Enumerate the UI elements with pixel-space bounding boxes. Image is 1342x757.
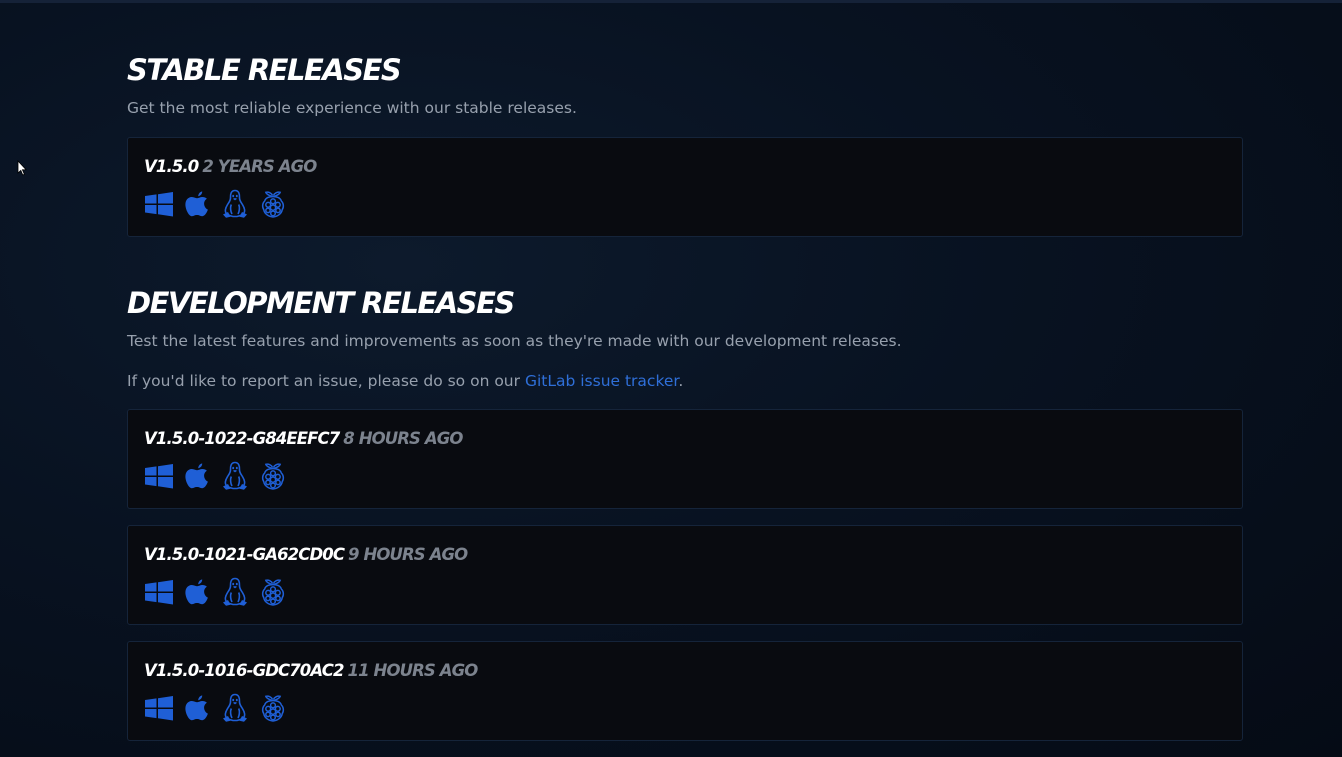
- linux-icon[interactable]: [220, 692, 250, 724]
- platform-downloads: [144, 576, 1226, 608]
- stable-releases-description: Get the most reliable experience with ou…: [127, 99, 577, 117]
- windows-icon[interactable]: [144, 188, 174, 220]
- linux-icon[interactable]: [220, 576, 250, 608]
- release-header: V1.5.0-1022-G84EEFC7 8 HOURS AGO: [144, 426, 1226, 452]
- release-version: V1.5.0-1016-GDC70AC2: [144, 661, 344, 680]
- release-version: V1.5.0-1021-GA62CD0C: [144, 545, 345, 564]
- raspberry-pi-icon[interactable]: [258, 188, 288, 220]
- release-version: V1.5.0-1022-G84EEFC7: [144, 429, 340, 448]
- windows-icon[interactable]: [144, 576, 174, 608]
- platform-downloads: [144, 188, 1226, 220]
- issue-report-text: If you'd like to report an issue, please…: [127, 371, 1243, 391]
- release-card-stable-0: V1.5.0 2 YEARS AGO: [127, 137, 1243, 237]
- release-header: V1.5.0-1021-GA62CD0C 9 HOURS AGO: [144, 542, 1226, 568]
- development-releases-description: Test the latest features and improvement…: [127, 332, 902, 350]
- raspberry-pi-icon[interactable]: [258, 460, 288, 492]
- gitlab-issue-tracker-link[interactable]: GitLab issue tracker: [525, 372, 678, 390]
- release-card-dev-1: V1.5.0-1021-GA62CD0C 9 HOURS AGO: [127, 525, 1243, 625]
- mouse-cursor-icon: [17, 160, 27, 176]
- windows-icon[interactable]: [144, 692, 174, 724]
- apple-icon[interactable]: [182, 460, 212, 492]
- release-header: V1.5.0-1016-GDC70AC2 11 HOURS AGO: [144, 658, 1226, 684]
- apple-icon[interactable]: [182, 692, 212, 724]
- release-version: V1.5.0: [144, 157, 199, 176]
- apple-icon[interactable]: [182, 188, 212, 220]
- linux-icon[interactable]: [220, 188, 250, 220]
- linux-icon[interactable]: [220, 460, 250, 492]
- development-releases-section: DEVELOPMENT RELEASES Test the latest fea…: [127, 285, 1243, 741]
- release-age: 8 HOURS AGO: [343, 429, 463, 448]
- stable-releases-title: STABLE RELEASES: [127, 53, 402, 87]
- release-age: 2 YEARS AGO: [202, 157, 317, 176]
- raspberry-pi-icon[interactable]: [258, 692, 288, 724]
- release-header: V1.5.0 2 YEARS AGO: [144, 154, 1226, 180]
- windows-icon[interactable]: [144, 460, 174, 492]
- stable-releases-section: STABLE RELEASES Get the most reliable ex…: [127, 52, 1243, 237]
- release-card-dev-0: V1.5.0-1022-G84EEFC7 8 HOURS AGO: [127, 409, 1243, 509]
- development-releases-title: DEVELOPMENT RELEASES: [127, 286, 515, 320]
- release-age: 9 HOURS AGO: [348, 545, 468, 564]
- issue-text-suffix: .: [678, 372, 684, 390]
- release-age: 11 HOURS AGO: [347, 661, 479, 680]
- apple-icon[interactable]: [182, 576, 212, 608]
- raspberry-pi-icon[interactable]: [258, 576, 288, 608]
- platform-downloads: [144, 692, 1226, 724]
- issue-text-prefix: If you'd like to report an issue, please…: [127, 372, 525, 390]
- platform-downloads: [144, 460, 1226, 492]
- release-card-dev-2: V1.5.0-1016-GDC70AC2 11 HOURS AGO: [127, 641, 1243, 741]
- downloads-content: STABLE RELEASES Get the most reliable ex…: [127, 52, 1243, 741]
- top-border: [0, 0, 1342, 3]
